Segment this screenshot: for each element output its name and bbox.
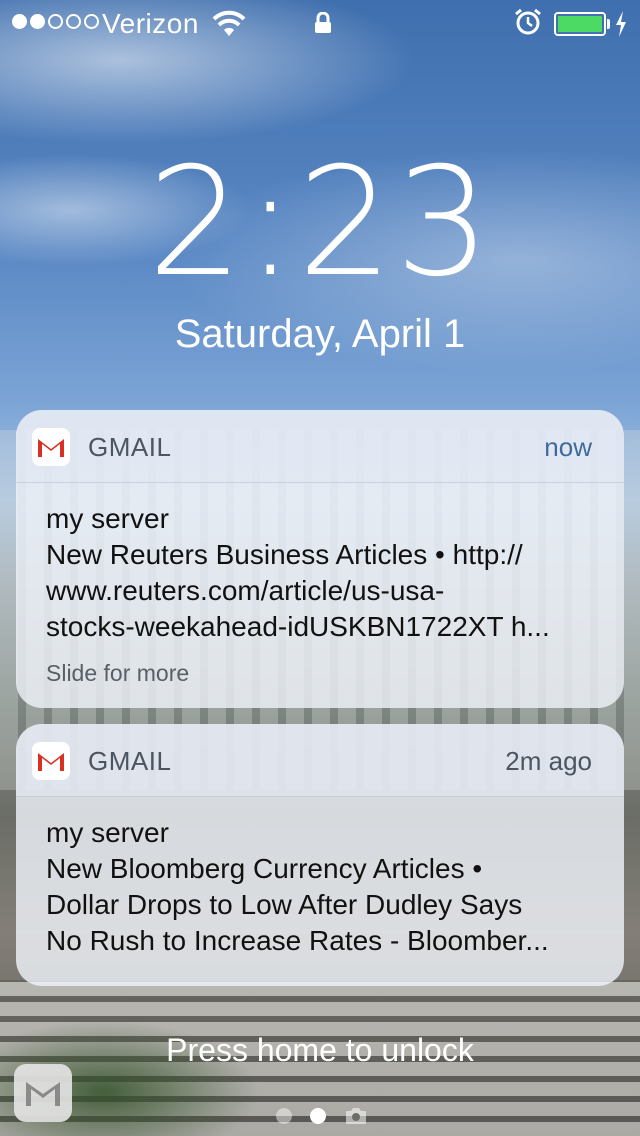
- signal-strength-icon: [12, 14, 99, 29]
- page-dot[interactable]: [276, 1108, 292, 1124]
- page-dot-current[interactable]: [310, 1108, 326, 1124]
- notification-app-name: GMAIL: [88, 432, 172, 462]
- gmail-icon: [32, 742, 70, 780]
- notification-line: stocks-weekahead-idUSKBN1722XT h...: [46, 611, 550, 642]
- notification-line: No Rush to Increase Rates - Bloomber...: [46, 925, 549, 956]
- notification-header: GMAIL now: [16, 410, 624, 483]
- gmail-icon: [32, 428, 70, 466]
- lock-screen: Verizon 2:23 Saturday, April 1 GMAIL now…: [0, 0, 640, 1136]
- notification-title: my server: [46, 817, 169, 848]
- signal-dot: [48, 14, 63, 29]
- lock-icon: [315, 12, 331, 33]
- notification-line: New Reuters Business Articles • http://: [46, 539, 523, 570]
- wifi-icon: [212, 10, 246, 36]
- unlock-hint: Press home to unlock: [166, 1032, 474, 1068]
- notification-body: my server New Bloomberg Currency Article…: [16, 797, 624, 959]
- alarm-icon: [515, 8, 541, 35]
- status-bar: Verizon: [0, 0, 640, 48]
- notification-title: my server: [46, 503, 169, 534]
- camera-icon[interactable]: [344, 1106, 368, 1126]
- carrier-name: Verizon: [102, 8, 199, 39]
- signal-dot: [12, 14, 27, 29]
- notification-timestamp: now: [544, 432, 592, 462]
- signal-dot: [30, 14, 45, 29]
- signal-dot: [66, 14, 81, 29]
- page-indicator: [276, 1106, 368, 1126]
- signal-dot: [84, 14, 99, 29]
- notification-line: Dollar Drops to Low After Dudley Says: [46, 889, 523, 920]
- slide-for-more-hint: Slide for more: [46, 660, 190, 686]
- bolt-icon: [616, 11, 626, 37]
- clock-date: Saturday, April 1: [174, 312, 466, 356]
- notification-card[interactable]: GMAIL 2m ago my server New Bloomberg Cur…: [16, 724, 624, 986]
- gmail-app-icon[interactable]: [14, 1064, 72, 1122]
- notification-app-name: GMAIL: [88, 746, 172, 776]
- notification-header: GMAIL 2m ago: [16, 724, 624, 797]
- notification-card[interactable]: GMAIL now my server New Reuters Business…: [16, 410, 624, 708]
- notification-line: www.reuters.com/article/us-usa-: [46, 575, 445, 606]
- notification-line: New Bloomberg Currency Articles •: [46, 853, 483, 884]
- battery-icon: [554, 12, 606, 36]
- battery-level: [558, 16, 602, 32]
- notification-timestamp: 2m ago: [505, 746, 592, 776]
- clock-time: 2:23: [147, 136, 493, 310]
- battery-tip: [607, 19, 610, 29]
- notification-body: my server New Reuters Business Articles …: [16, 483, 624, 691]
